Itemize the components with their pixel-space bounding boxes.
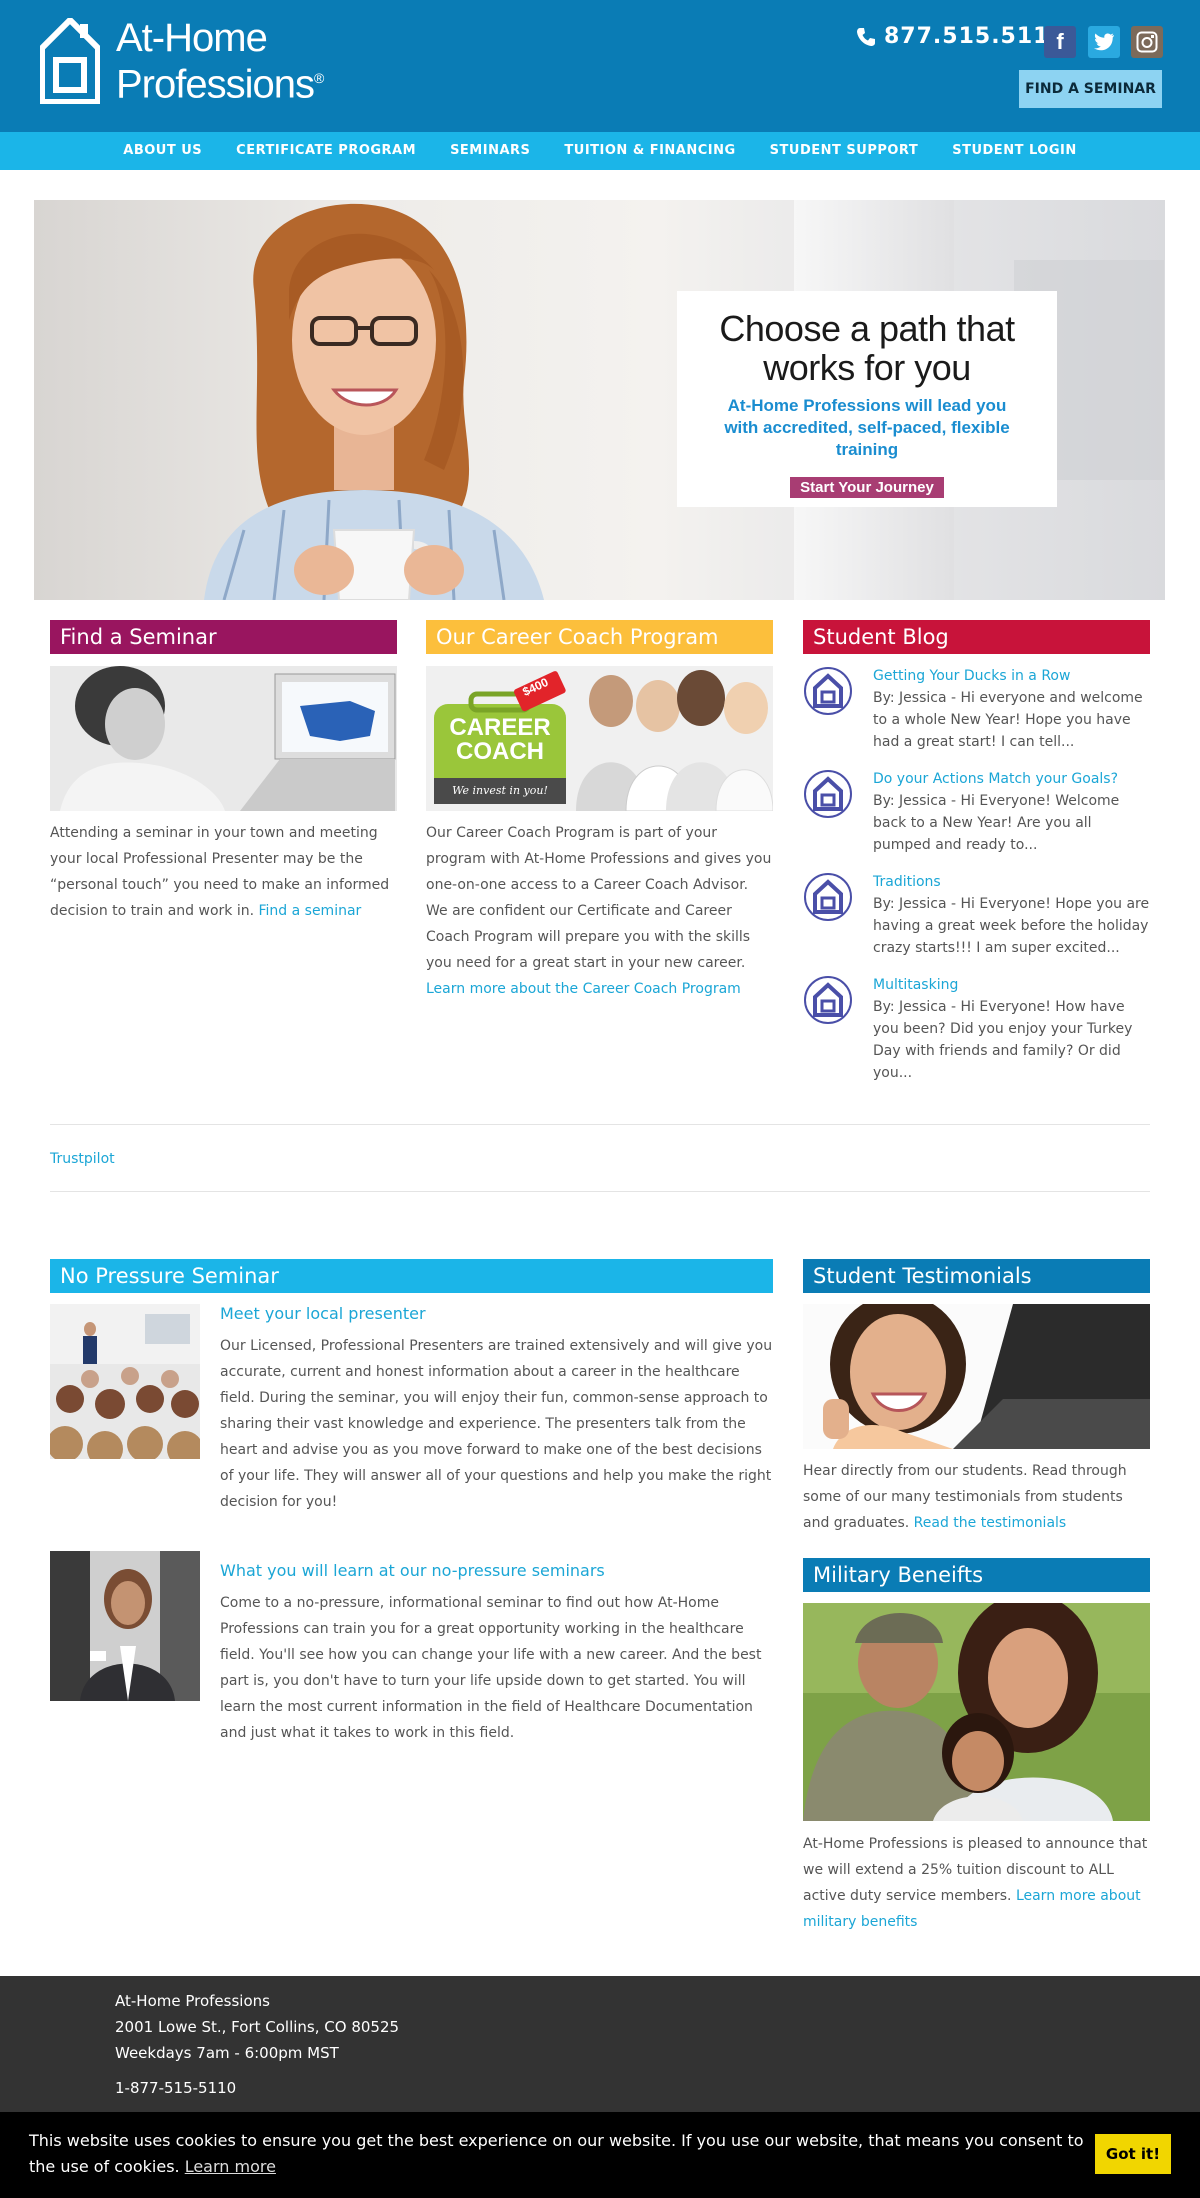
start-journey-button[interactable]: Start Your Journey	[790, 477, 944, 498]
career-coach-badge-tagline: We invest in you!	[452, 784, 548, 797]
blog-post: Multitasking By: Jessica - Hi Everyone! …	[803, 975, 1150, 1081]
instagram-icon[interactable]	[1131, 26, 1163, 58]
what-you-learn-text: Come to a no-pressure, informational sem…	[220, 1595, 762, 1741]
footer-phone[interactable]: 1-877-515-5110	[115, 2075, 236, 2101]
read-testimonials-link[interactable]: Read the testimonials	[914, 1515, 1067, 1531]
trustpilot-link[interactable]: Trustpilot	[50, 1146, 115, 1172]
house-icon	[804, 976, 852, 1024]
hero-card: Choose a path that works for you At-Home…	[677, 291, 1057, 507]
nav-about-us[interactable]: ABOUT US	[106, 132, 219, 170]
find-seminar-button[interactable]: FIND A SEMINAR	[1019, 70, 1162, 108]
find-seminar-heading: Find a Seminar	[50, 620, 397, 654]
military-family-image	[803, 1603, 1150, 1821]
divider	[50, 1124, 1150, 1125]
blog-post-excerpt: By: Jessica - Hi Everyone! Hope you are …	[873, 896, 1150, 956]
hero-heading-line2: works for you	[763, 347, 971, 388]
career-coach-link[interactable]: Learn more about the Career Coach Progra…	[426, 981, 741, 997]
logo-line-1: At-Home	[116, 16, 268, 60]
nav-student-login[interactable]: STUDENT LOGIN	[935, 132, 1094, 170]
footer-address: 2001 Lowe St., Fort Collins, CO 80525	[115, 2018, 400, 2036]
testimonials-heading: Student Testimonials	[803, 1259, 1150, 1293]
house-icon	[804, 770, 852, 818]
cookie-banner: This website uses cookies to ensure you …	[0, 2112, 1200, 2198]
blog-post: Traditions By: Jessica - Hi Everyone! Ho…	[803, 872, 1150, 962]
header-phone-link[interactable]: 877.515.5110	[856, 24, 1066, 49]
blog-post-title[interactable]: Multitasking	[873, 975, 958, 995]
seminar-laptop-image	[50, 666, 397, 811]
what-you-learn-title[interactable]: What you will learn at our no-pressure s…	[220, 1558, 605, 1584]
blog-post-excerpt: By: Jessica - Hi Everyone! Welcome back …	[873, 793, 1120, 853]
facebook-icon[interactable]: f	[1044, 26, 1076, 58]
footer-hours: Weekdays 7am - 6:00pm MST	[115, 2044, 339, 2062]
logo-line-2: Professions	[116, 62, 315, 107]
career-coach-badge-line2: COACH	[456, 738, 544, 765]
blog-post-title[interactable]: Traditions	[873, 872, 941, 892]
blog-post-title[interactable]: Do your Actions Match your Goals?	[873, 769, 1118, 789]
blog-post-excerpt: By: Jessica - Hi everyone and welcome to…	[873, 690, 1143, 750]
site-logo[interactable]: At-Home Professions®	[40, 16, 324, 107]
hero-heading-line1: Choose a path that	[719, 308, 1015, 349]
house-logo-icon	[40, 18, 100, 105]
cookie-accept-button[interactable]: Got it!	[1095, 2134, 1171, 2174]
hero-woman-image	[204, 203, 544, 600]
nav-tuition-financing[interactable]: TUITION & FINANCING	[547, 132, 752, 170]
footer-company: At-Home Professions	[115, 1992, 270, 2010]
testimonial-student-image	[803, 1304, 1150, 1449]
smiling-woman-seminar-image	[50, 1551, 200, 1701]
career-coach-badge-line1: CAREER	[449, 714, 551, 741]
blog-post-title[interactable]: Getting Your Ducks in a Row	[873, 666, 1070, 686]
testimonials-text: Hear directly from our students. Read th…	[803, 1463, 1127, 1531]
registered-mark: ®	[313, 70, 324, 86]
career-coach-heading: Our Career Coach Program	[426, 620, 773, 654]
main-nav: ABOUT US CERTIFICATE PROGRAM SEMINARS TU…	[0, 132, 1200, 170]
nav-certificate-program[interactable]: CERTIFICATE PROGRAM	[219, 132, 433, 170]
nav-student-support[interactable]: STUDENT SUPPORT	[753, 132, 936, 170]
hero-subtext: At-Home Professions will lead you with a…	[724, 396, 1010, 459]
house-icon	[804, 667, 852, 715]
house-icon	[804, 873, 852, 921]
presenter-audience-image	[50, 1304, 200, 1459]
blog-post-excerpt: By: Jessica - Hi Everyone! How have you …	[873, 999, 1133, 1081]
no-pressure-heading: No Pressure Seminar	[50, 1259, 773, 1293]
site-header: At-Home Professions® 877.515.5110 f FIND…	[0, 0, 1200, 132]
blog-post: Getting Your Ducks in a Row By: Jessica …	[803, 666, 1150, 756]
meet-presenter-title[interactable]: Meet your local presenter	[220, 1301, 426, 1327]
hero-banner: Choose a path that works for you At-Home…	[34, 200, 1165, 600]
student-blog-heading: Student Blog	[803, 620, 1150, 654]
career-coach-image: CAREER COACH We invest in you! $400	[426, 666, 773, 811]
career-coach-text: Our Career Coach Program is part of your…	[426, 825, 772, 997]
military-heading: Military Beneifts	[803, 1558, 1150, 1592]
twitter-icon[interactable]	[1088, 26, 1120, 58]
find-seminar-link[interactable]: Find a seminar	[258, 903, 361, 919]
divider	[50, 1191, 1150, 1192]
military-text: At-Home Professions is pleased to announ…	[803, 1836, 1148, 1930]
nav-seminars[interactable]: SEMINARS	[433, 132, 547, 170]
phone-icon	[857, 27, 875, 46]
blog-post: Do your Actions Match your Goals? By: Je…	[803, 769, 1150, 859]
cookie-message: This website uses cookies to ensure you …	[29, 2131, 1084, 2176]
meet-presenter-text: Our Licensed, Professional Presenters ar…	[220, 1338, 773, 1510]
phone-number: 877.515.5110	[884, 24, 1066, 49]
find-seminar-text: Attending a seminar in your town and mee…	[50, 825, 390, 919]
cookie-learn-more-link[interactable]: Learn more	[185, 2157, 276, 2176]
